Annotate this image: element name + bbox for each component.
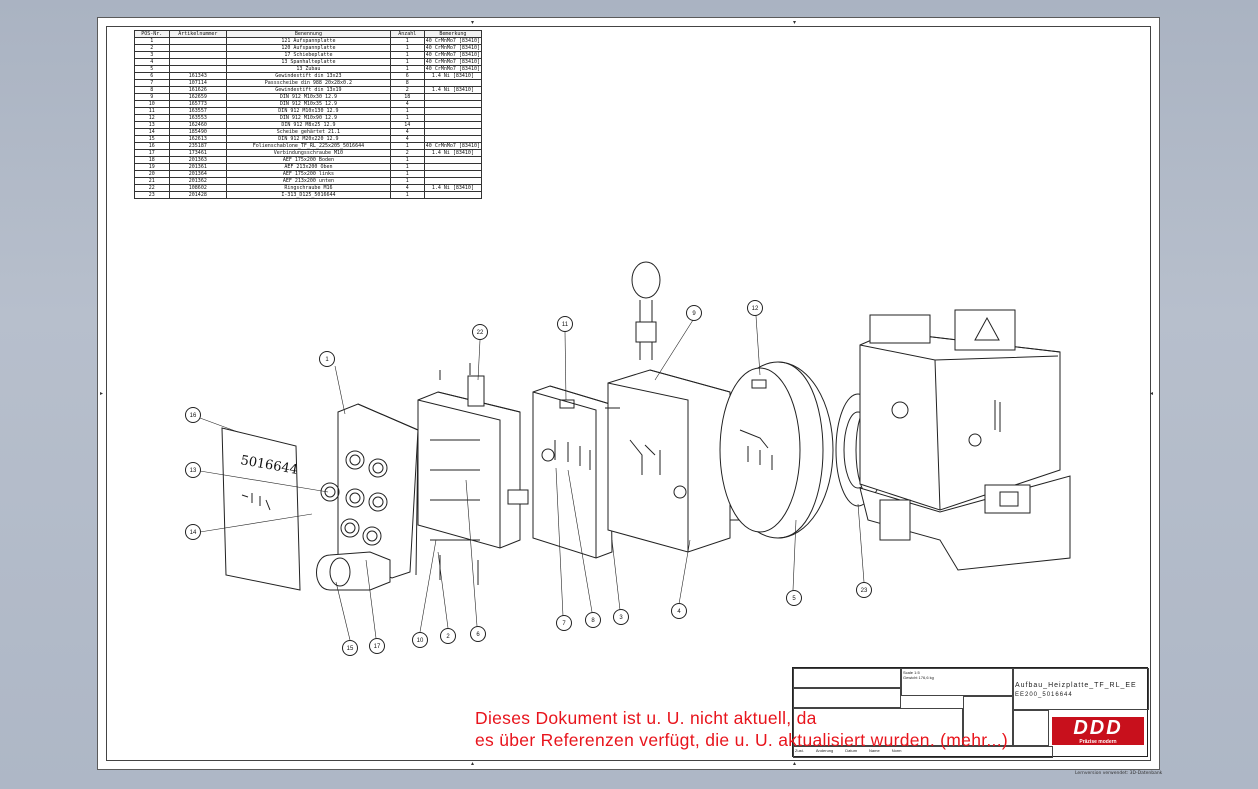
callout-balloon-7: 7 xyxy=(556,615,572,631)
callout-balloon-12: 12 xyxy=(747,300,763,316)
tb-drawing-name-cell: Aufbau_Heizplatte_TF_RL_EE EE200_5016644 xyxy=(1013,668,1149,710)
tb-scale-weight: Scale 1:5 Gewicht 176,6 kg xyxy=(901,668,1013,696)
callout-balloon-15: 15 xyxy=(342,640,358,656)
spacer-plate-part xyxy=(417,363,529,585)
callout-balloon-2: 2 xyxy=(440,628,456,644)
logo-text: DDD xyxy=(1073,717,1123,739)
callout-balloon-8: 8 xyxy=(585,612,601,628)
callout-balloon-10: 10 xyxy=(412,632,428,648)
footer-note: Lernversion verwendet: 3D-Datenbank xyxy=(1075,771,1163,776)
callout-balloon-6: 6 xyxy=(470,626,486,642)
callout-balloon-23: 23 xyxy=(856,582,872,598)
outdated-document-warning[interactable]: Dieses Dokument ist u. U. nicht aktuell,… xyxy=(475,707,1008,751)
tb-cell-a xyxy=(793,688,901,708)
tb-drawing-number: EE200_5016644 xyxy=(1015,692,1073,698)
tb-drawing-name: Aufbau_Heizplatte_TF_RL_EE xyxy=(1015,682,1137,689)
callout-balloon-4: 4 xyxy=(671,603,687,619)
callout-balloon-3: 3 xyxy=(613,609,629,625)
tb-weight: Gewicht 176,6 kg xyxy=(903,675,934,680)
tb-cell-usage xyxy=(793,668,901,688)
callout-balloon-9: 9 xyxy=(686,305,702,321)
warning-line-2[interactable]: es über Referenzen verfügt, die u. U. ak… xyxy=(475,729,1008,751)
sliding-plate-part xyxy=(532,385,613,559)
round-plate-part xyxy=(719,361,834,539)
clamping-plate-front-part xyxy=(316,403,419,591)
callout-balloon-16: 16 xyxy=(185,407,201,423)
callout-balloon-17: 17 xyxy=(369,638,385,654)
callout-balloon-14: 14 xyxy=(185,524,201,540)
mold-half-part xyxy=(605,261,745,553)
callout-balloon-11: 11 xyxy=(557,316,573,332)
logo-subtext: Präzise modern xyxy=(1079,739,1117,745)
warning-line-1: Dieses Dokument ist u. U. nicht aktuell,… xyxy=(475,708,817,728)
callout-balloon-13: 13 xyxy=(185,462,201,478)
label-card-part: 5016644 xyxy=(221,427,301,591)
heater-box-assembly xyxy=(859,309,1071,571)
tb-cell-d xyxy=(1013,710,1049,746)
callout-balloon-1: 1 xyxy=(319,351,335,367)
company-logo: DDD Präzise modern xyxy=(1052,717,1144,745)
callout-balloon-5: 5 xyxy=(786,590,802,606)
callout-balloon-22: 22 xyxy=(472,324,488,340)
